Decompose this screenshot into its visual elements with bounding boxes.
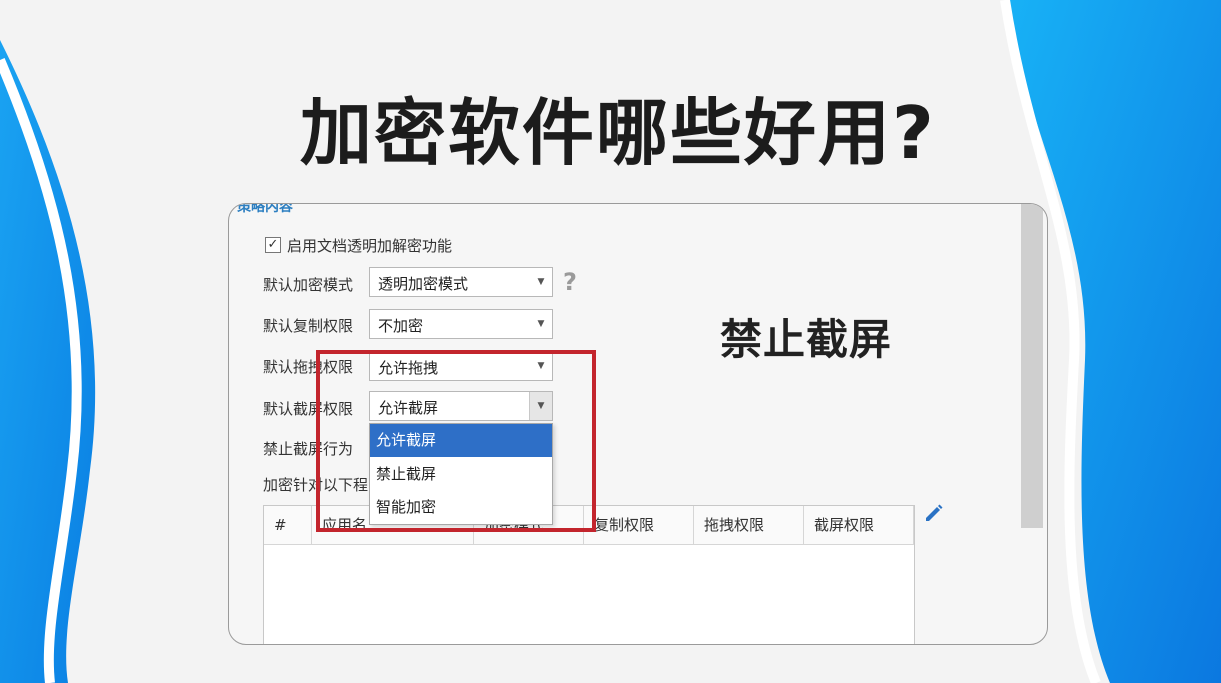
chevron-down-icon: ▼ [537, 319, 545, 329]
encrypt-mode-select[interactable]: 透明加密模式 ▼ [369, 267, 553, 297]
col-drag-permission: 拖拽权限 [694, 506, 804, 544]
pencil-icon[interactable] [923, 502, 945, 524]
copy-permission-select[interactable]: 不加密 ▼ [369, 309, 553, 339]
col-screenshot-permission: 截屏权限 [804, 506, 914, 544]
scrollbar[interactable] [1021, 204, 1043, 528]
enable-encryption-label: 启用文档透明加解密功能 [287, 237, 453, 255]
label-encrypt-mode: 默认加密模式 [263, 276, 354, 294]
headline-title: 加密软件哪些好用? [300, 91, 936, 175]
col-copy-permission: 复制权限 [584, 506, 694, 544]
label-copy-permission: 默认复制权限 [263, 317, 354, 335]
col-index: # [264, 506, 312, 544]
question-mark-icon[interactable]: ? [563, 268, 577, 296]
check-icon: ✓ [267, 237, 279, 252]
copy-permission-value: 不加密 [378, 317, 424, 335]
section-title: 策略内容 [237, 203, 293, 215]
enable-encryption-checkbox[interactable]: ✓ [265, 237, 281, 253]
encrypt-mode-value: 透明加密模式 [378, 275, 469, 293]
highlight-box [316, 350, 596, 532]
callout-label: 禁止截屏 [720, 315, 893, 364]
chevron-down-icon: ▼ [537, 277, 545, 287]
